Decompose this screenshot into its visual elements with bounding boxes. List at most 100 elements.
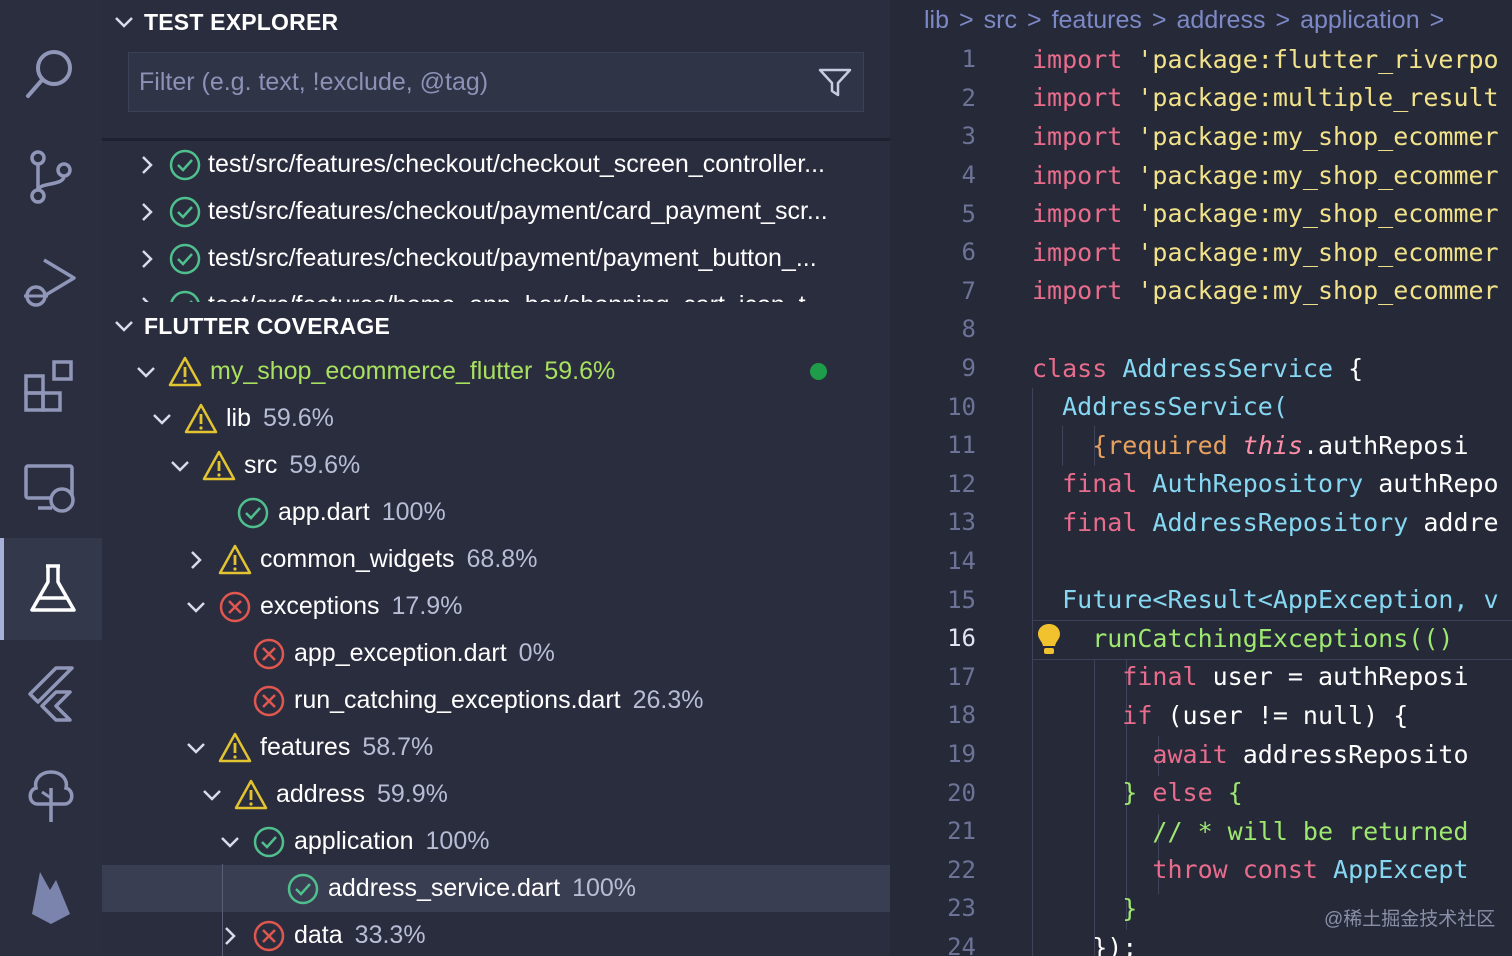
- test-explorer-title: TEST EXPLORER: [144, 8, 339, 35]
- code-line[interactable]: 14: [890, 542, 1512, 581]
- coverage-tree-row[interactable]: common_widgets 68.8%: [102, 536, 890, 583]
- chevron-down-icon[interactable]: [132, 361, 160, 383]
- test-item[interactable]: test/src/features/checkout/payment/payme…: [102, 235, 890, 282]
- chevron-right-icon[interactable]: [132, 248, 162, 270]
- flutter-coverage-header[interactable]: FLUTTER COVERAGE: [102, 304, 890, 348]
- coverage-warning-icon: [218, 543, 252, 577]
- coverage-tree-row[interactable]: features 58.7%: [102, 724, 890, 771]
- chevron-right-icon[interactable]: [132, 201, 162, 223]
- coverage-tree-row[interactable]: lib 59.6%: [102, 395, 890, 442]
- coverage-tree-row[interactable]: src 59.6%: [102, 442, 890, 489]
- code-line[interactable]: 12 final AuthRepository authRepo: [890, 465, 1512, 504]
- code-token: {: [1333, 353, 1364, 383]
- coverage-tree-row[interactable]: my_shop_ecommerce_flutter 59.6%: [102, 348, 890, 395]
- test-item[interactable]: test/src/features/checkout/checkout_scre…: [102, 141, 890, 188]
- chevron-right-icon[interactable]: [216, 925, 244, 947]
- coverage-tree-row[interactable]: run_catching_exceptions.dart 26.3%: [102, 677, 890, 724]
- breadcrumb-separator-icon: >: [1275, 5, 1291, 34]
- coverage-pass-icon: [236, 496, 270, 530]
- activity-flutter[interactable]: [0, 642, 102, 744]
- code-line[interactable]: 19 await addressReposito: [890, 735, 1512, 774]
- breadcrumb-item[interactable]: address: [1177, 6, 1266, 35]
- activity-firebase[interactable]: [0, 846, 102, 948]
- coverage-tree-row[interactable]: app_exception.dart 0%: [102, 630, 890, 677]
- activity-testing[interactable]: [0, 538, 102, 640]
- code-editor[interactable]: lib > src > features > address > application > 1 i…: [890, 0, 1512, 956]
- code-line[interactable]: 18 if (user != null) {: [890, 696, 1512, 735]
- breadcrumb-item[interactable]: src: [984, 6, 1017, 35]
- code-line[interactable]: 4 import 'package:my_shop_ecommer: [890, 156, 1512, 195]
- code-token: 'package:my_shop_ecommer: [1122, 160, 1499, 190]
- code-token: 'package:my_shop_ecommer: [1122, 121, 1499, 151]
- line-number: 12: [947, 469, 976, 498]
- code-line[interactable]: 15 Future<Result<AppException, v: [890, 580, 1512, 619]
- chevron-down-icon[interactable]: [148, 408, 176, 430]
- code-line[interactable]: 24 });: [890, 928, 1512, 956]
- chevron-right-icon[interactable]: [182, 549, 210, 571]
- chevron-right-icon[interactable]: [132, 154, 162, 176]
- code-text: });: [1032, 933, 1137, 956]
- line-number: 18: [947, 701, 976, 730]
- code-line[interactable]: 20 } else {: [890, 773, 1512, 812]
- breadcrumb-separator-icon: >: [1429, 5, 1445, 34]
- coverage-tree-row[interactable]: exceptions 17.9%: [102, 583, 890, 630]
- coverage-warning-icon: [184, 402, 218, 436]
- chevron-down-icon[interactable]: [216, 831, 244, 853]
- code-line[interactable]: 13 final AddressRepository addre: [890, 503, 1512, 542]
- activity-tree[interactable]: [0, 746, 102, 848]
- test-item-label: test/src/features/checkout/checkout_scre…: [208, 150, 825, 178]
- lightbulb-icon[interactable]: [1036, 622, 1062, 656]
- activity-search[interactable]: [0, 22, 102, 124]
- chevron-down-icon[interactable]: [166, 455, 194, 477]
- coverage-percent: 100%: [572, 874, 637, 902]
- code-line[interactable]: 17 final user = authReposi: [890, 658, 1512, 697]
- code-line[interactable]: 2 import 'package:multiple_result: [890, 79, 1512, 118]
- coverage-tree-row[interactable]: data 33.3%: [102, 912, 890, 956]
- code-line[interactable]: 1 import 'package:flutter_riverpo: [890, 40, 1512, 79]
- code-line[interactable]: 21 // * will be returned: [890, 812, 1512, 851]
- watermark: @稀土掘金技术社区: [1324, 909, 1496, 930]
- code-line[interactable]: 8: [890, 310, 1512, 349]
- coverage-item-name: exceptions: [260, 592, 380, 620]
- test-filter-input[interactable]: Filter (e.g. text, !exclude, @tag): [128, 52, 864, 112]
- activity-remote-explorer[interactable]: [0, 438, 102, 540]
- code-line[interactable]: 11 {required this.authReposi: [890, 426, 1512, 465]
- code-text: class AddressService {: [1032, 354, 1363, 383]
- code-text: } else {: [1032, 778, 1242, 807]
- chevron-down-icon[interactable]: [182, 737, 210, 759]
- chevron-down-icon[interactable]: [198, 784, 226, 806]
- chevron-down-icon[interactable]: [182, 596, 210, 618]
- test-item[interactable]: test/src/features/checkout/payment/card_…: [102, 188, 890, 235]
- coverage-tree-row[interactable]: address 59.9%: [102, 771, 890, 818]
- activity-extensions[interactable]: [0, 334, 102, 436]
- code-text: import 'package:my_shop_ecommer: [1032, 161, 1499, 190]
- code-token: authRepo: [1363, 469, 1499, 499]
- test-item[interactable]: test/src/features/home_app_bar/shopping_…: [102, 282, 890, 302]
- code-line[interactable]: 5 import 'package:my_shop_ecommer: [890, 194, 1512, 233]
- coverage-tree-row[interactable]: application 100%: [102, 818, 890, 865]
- test-explorer-header[interactable]: TEST EXPLORER: [102, 0, 890, 44]
- code-line[interactable]: 22 throw const AppExcept: [890, 851, 1512, 890]
- coverage-tree-row[interactable]: app.dart 100%: [102, 489, 890, 536]
- code-token: final: [1032, 507, 1138, 537]
- code-line[interactable]: 9 class AddressService {: [890, 349, 1512, 388]
- chevron-right-icon[interactable]: [132, 295, 162, 302]
- activity-run-debug[interactable]: [0, 230, 102, 332]
- code-line[interactable]: 3 import 'package:my_shop_ecommer: [890, 117, 1512, 156]
- tree-icon: [28, 770, 74, 822]
- coverage-warning-icon: [168, 355, 202, 389]
- code-token: throw const: [1032, 855, 1318, 885]
- coverage-tree-row[interactable]: address_service.dart 100%: [102, 865, 890, 912]
- activity-source-control[interactable]: [0, 126, 102, 228]
- coverage-warning-icon: [218, 731, 252, 765]
- code-token: 'package:multiple_result: [1122, 83, 1499, 113]
- code-line[interactable]: 7 import 'package:my_shop_ecommer: [890, 272, 1512, 311]
- breadcrumb-item[interactable]: application: [1300, 6, 1420, 35]
- filter-icon[interactable]: [815, 62, 855, 102]
- code-line[interactable]: 16 runCatchingExceptions((): [890, 619, 1512, 658]
- code-line[interactable]: 6 import 'package:my_shop_ecommer: [890, 233, 1512, 272]
- breadcrumb-item[interactable]: features: [1052, 6, 1142, 35]
- line-number: 11: [947, 431, 976, 460]
- breadcrumb-item[interactable]: lib: [924, 6, 949, 35]
- code-line[interactable]: 10 AddressService(: [890, 387, 1512, 426]
